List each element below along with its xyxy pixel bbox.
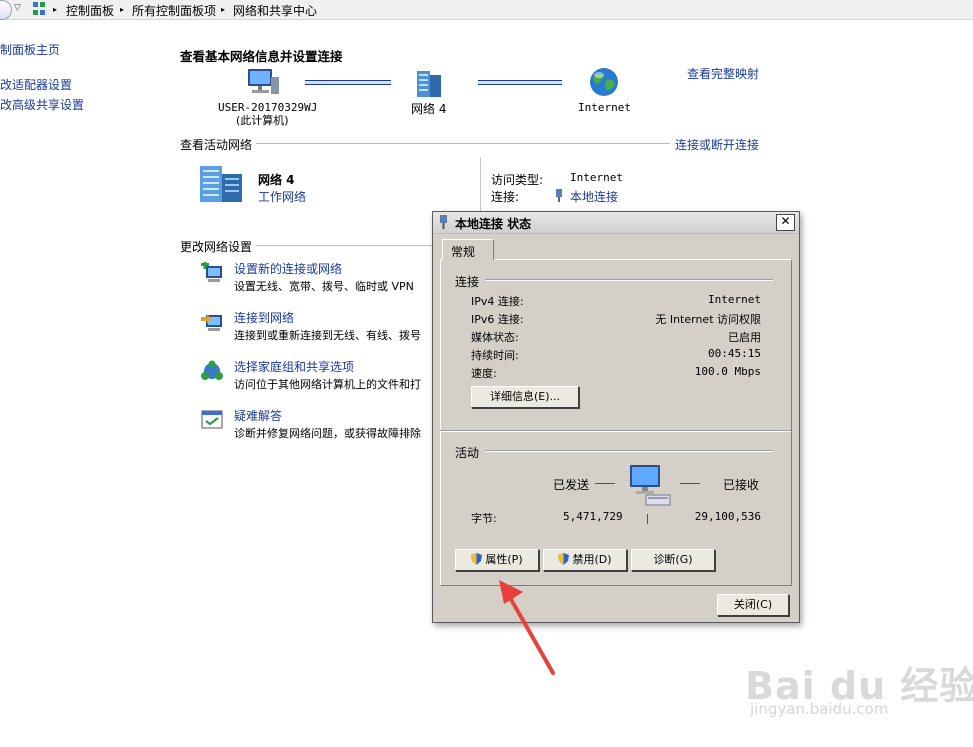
computer-icon: [248, 69, 279, 94]
network-icon: [417, 71, 441, 97]
access-type-value: Internet: [570, 171, 623, 184]
ipv4-label: IPv4 连接:: [471, 295, 524, 308]
network-activity-icon: [630, 465, 671, 506]
sent-label: 已发送: [553, 478, 590, 492]
connect-to-network-desc: 连接到或重新连接到无线、有线、拨号: [234, 329, 421, 342]
received-label: 已接收: [723, 478, 760, 492]
back-button[interactable]: [0, 0, 12, 20]
tab-general[interactable]: 常规: [442, 239, 494, 260]
breadcrumb-separator-icon[interactable]: ▸: [221, 5, 225, 14]
address-bar: ▽ ▸ 控制面板 ▸ 所有控制面板项 ▸ 网络和共享中心: [0, 0, 973, 20]
section-divider: [485, 279, 773, 281]
connect-disconnect-link[interactable]: 连接或断开连接: [675, 136, 759, 153]
local-connection-status-dialog: 本地连接 状态 ✕ 常规 连接 IPv4 连接: Internet IPv6 连…: [432, 211, 800, 623]
duration-value: 00:45:15: [708, 347, 761, 360]
homegroup-sharing-link[interactable]: 选择家庭组和共享选项: [234, 358, 354, 375]
speed-value: 100.0 Mbps: [694, 365, 761, 378]
homegroup-sharing-desc: 访问位于其他网络计算机上的文件和打: [234, 378, 421, 391]
connection-line: [305, 80, 391, 85]
ipv6-value: 无 Internet 访问权限: [655, 313, 761, 326]
setup-new-connection-desc: 设置无线、宽带、拨号、临时或 VPN: [234, 280, 414, 293]
tab-inner-divider: [439, 430, 791, 432]
uac-shield-icon: [558, 553, 570, 565]
breadcrumb-item-network-center[interactable]: 网络和共享中心: [233, 2, 317, 19]
breadcrumb-separator-icon[interactable]: ▸: [120, 5, 124, 14]
troubleshoot-icon: [201, 410, 223, 429]
bytes-sent-value: 5,471,729: [563, 510, 623, 523]
activity-separator: [647, 514, 648, 524]
activity-dash: [595, 483, 615, 484]
dialog-close-icon[interactable]: ✕: [776, 214, 795, 231]
control-panel-icon: [33, 2, 45, 15]
annotation-arrow: [499, 580, 555, 675]
full-map-link[interactable]: 查看完整映射: [687, 65, 759, 82]
computer-subtitle: (此计算机): [236, 114, 289, 127]
section-divider: [256, 245, 432, 246]
bytes-label: 字节:: [471, 512, 497, 525]
baidu-watermark-url: jingyan.baidu.com: [750, 700, 889, 718]
media-state-label: 媒体状态:: [471, 331, 519, 344]
breadcrumb-item-control-panel[interactable]: 控制面板: [66, 2, 114, 19]
connect-to-network-link[interactable]: 连接到网络: [234, 309, 294, 326]
ipv6-label: IPv6 连接:: [471, 313, 524, 326]
activity-section-title: 活动: [455, 446, 480, 460]
new-connection-icon: [201, 262, 222, 282]
page-title: 查看基本网络信息并设置连接: [180, 49, 343, 64]
media-state-value: 已启用: [728, 331, 761, 344]
disable-button[interactable]: 禁用(D): [543, 549, 627, 571]
troubleshoot-desc: 诊断并修复网络问题，或获得故障排除: [234, 427, 421, 440]
homegroup-icon: [201, 360, 223, 380]
activity-dash: [680, 483, 700, 484]
details-button[interactable]: 详细信息(E)...: [471, 386, 579, 408]
speed-label: 速度:: [471, 367, 497, 380]
diagnose-button[interactable]: 诊断(G): [631, 549, 715, 571]
dialog-title: 本地连接 状态: [455, 217, 532, 231]
connection-section-title: 连接: [455, 275, 480, 289]
ethernet-plug-icon: [556, 189, 562, 202]
sidebar-item-adapter-settings[interactable]: 改适配器设置: [0, 76, 72, 93]
change-settings-title: 更改网络设置: [180, 240, 253, 254]
active-networks-title: 查看活动网络: [180, 138, 253, 152]
history-dropdown-icon[interactable]: ▽: [14, 3, 21, 13]
duration-label: 持续时间:: [471, 349, 519, 362]
network-large-icon: [200, 166, 242, 202]
active-network-name: 网络 4: [258, 173, 295, 187]
properties-button[interactable]: 属性(P): [455, 549, 539, 571]
access-type-label: 访问类型:: [491, 173, 544, 187]
disable-button-label: 禁用(D): [572, 553, 612, 566]
sidebar-item-advanced-sharing[interactable]: 改高级共享设置: [0, 96, 84, 113]
breadcrumb-item-all-items[interactable]: 所有控制面板项: [132, 2, 216, 19]
connection-label: 连接:: [491, 190, 520, 204]
connection-line: [478, 80, 562, 85]
sidebar-item-control-panel-home[interactable]: 制面板主页: [0, 41, 60, 58]
network-type-link[interactable]: 工作网络: [258, 188, 306, 205]
section-divider: [256, 143, 670, 144]
bytes-received-value: 29,100,536: [694, 510, 761, 523]
internet-globe-icon: [590, 68, 618, 96]
section-divider: [485, 450, 773, 452]
tab-general-label: 常规: [451, 245, 476, 259]
ethernet-plug-icon: [440, 215, 447, 229]
connect-to-network-icon: [201, 314, 222, 331]
breadcrumb-separator-icon: ▸: [53, 5, 58, 14]
close-button[interactable]: 关闭(C): [717, 594, 789, 616]
troubleshoot-link[interactable]: 疑难解答: [234, 407, 282, 424]
vertical-divider: [480, 157, 481, 212]
network-name-label: 网络 4: [411, 102, 447, 116]
setup-new-connection-link[interactable]: 设置新的连接或网络: [234, 260, 342, 277]
internet-label: Internet: [578, 101, 631, 114]
properties-button-label: 属性(P): [485, 553, 523, 566]
dialog-titlebar[interactable]: 本地连接 状态 ✕: [433, 212, 799, 234]
local-connection-link[interactable]: 本地连接: [570, 188, 618, 205]
ipv4-value: Internet: [708, 293, 761, 306]
uac-shield-icon: [471, 553, 483, 565]
